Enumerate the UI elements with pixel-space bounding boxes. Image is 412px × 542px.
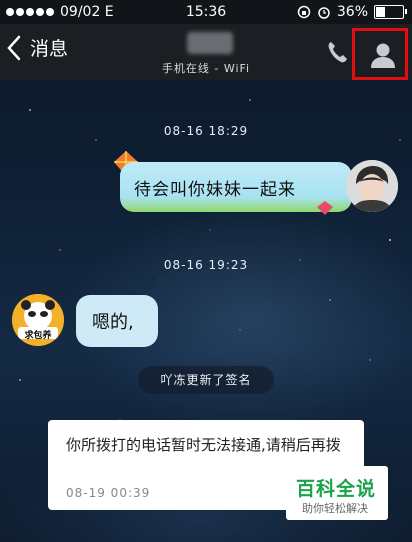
chevron-left-icon	[7, 35, 21, 60]
contact-name-redacted	[187, 32, 233, 54]
battery-icon	[374, 5, 407, 19]
alarm-icon	[318, 7, 330, 19]
call-timestamp: 08-19 00:39	[66, 486, 151, 500]
incoming-message-bubble[interactable]: 嗯的,	[76, 295, 158, 347]
user-photo-avatar-icon	[346, 160, 398, 212]
contact-avatar[interactable]: 求包养	[12, 294, 64, 346]
message-timestamp: 08-16 19:23	[163, 258, 249, 272]
status-bar: 09/02 E 15:36 36%	[0, 0, 412, 24]
bubble-kite-sticker-icon	[317, 201, 333, 215]
watermark-title: 百科全说	[296, 478, 377, 500]
outgoing-message-text: 待会叫你妹妹一起来	[134, 179, 296, 200]
status-right: 36%	[297, 4, 407, 20]
rotation-lock-icon	[297, 5, 311, 19]
chat-nav-bar: 消息 手机在线 - WiFi	[0, 24, 412, 80]
back-label: 消息	[30, 38, 69, 60]
message-timestamp: 08-16 18:29	[163, 124, 249, 138]
my-avatar[interactable]	[346, 160, 398, 212]
contact-profile-button[interactable]	[352, 28, 408, 80]
battery-percent: 36%	[336, 4, 368, 20]
incoming-message-text: 嗯的,	[92, 312, 134, 333]
watermark-subtitle: 助你轻松解决	[302, 502, 368, 515]
person-icon	[371, 43, 395, 68]
online-status: 手机在线 - WiFi	[161, 62, 251, 75]
phone-call-icon[interactable]	[326, 40, 348, 64]
watermark-logo: 百科全说 助你轻松解决	[286, 466, 388, 520]
back-button[interactable]: 消息	[6, 34, 68, 61]
call-status-text: 你所拨打的电话暂时无法接通,请稍后再拨	[66, 436, 341, 454]
signature-update-notice: 吖冻更新了签名	[138, 366, 274, 394]
contact-avatar-caption: 求包养	[24, 331, 52, 341]
